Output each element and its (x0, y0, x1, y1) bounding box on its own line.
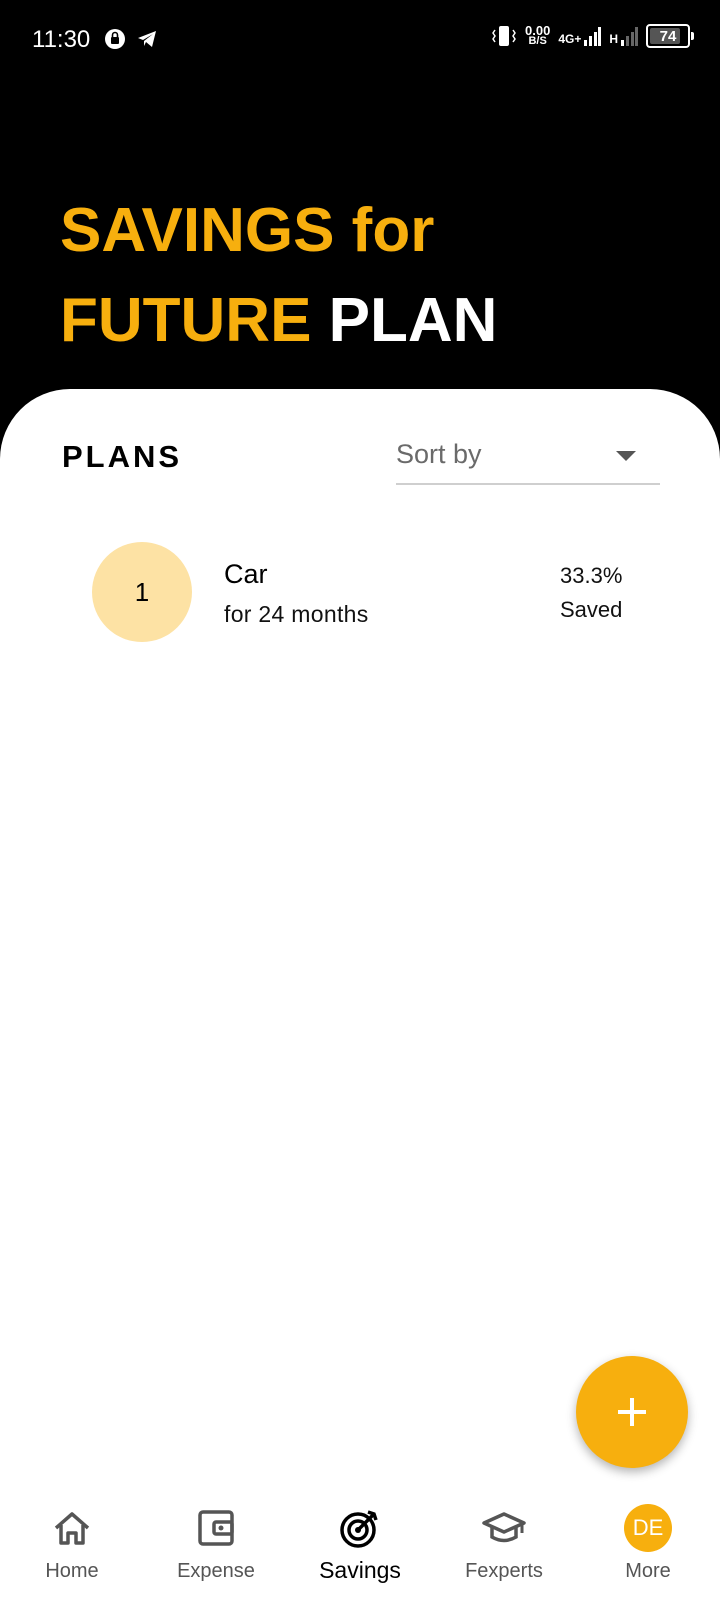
chevron-down-icon (616, 451, 636, 461)
nav-label-more: More (625, 1560, 671, 1582)
nav-label-expense: Expense (177, 1560, 255, 1582)
plan-index-avatar: 1 (92, 542, 192, 642)
sort-label: Sort by (396, 439, 482, 469)
sort-dropdown[interactable]: Sort by (396, 429, 660, 485)
network-type-primary: 4G+ (558, 32, 582, 46)
hero-line2-rest: PLAN (328, 286, 498, 355)
graduation-cap-icon (482, 1512, 526, 1543)
battery-icon: 74 (646, 24, 694, 48)
signal-secondary: H (609, 26, 638, 46)
plan-status: Saved (560, 597, 623, 622)
status-bar: 11:30 0.00 B/S 4G+ H 74 (0, 0, 720, 80)
status-right-icons: 0.00 B/S 4G+ H 74 (491, 24, 694, 48)
nav-label-fexperts: Fexperts (465, 1560, 543, 1582)
add-plan-button[interactable] (576, 1356, 688, 1468)
hero-title: SAVINGS for FUTURE PLAN (60, 186, 497, 366)
plan-duration: for 24 months (224, 601, 369, 627)
nav-label-savings: Savings (319, 1557, 401, 1583)
network-type-secondary: H (609, 32, 618, 46)
hero-line2-highlight: FUTURE (60, 286, 312, 355)
plan-percent: 33.3% (560, 563, 623, 588)
target-icon (340, 1510, 378, 1548)
shield-icon (105, 29, 125, 49)
battery-level: 74 (659, 27, 677, 45)
telegram-icon (138, 31, 156, 47)
plan-index: 1 (134, 576, 150, 607)
net-speed-unit: B/S (528, 35, 547, 47)
nav-label-home: Home (45, 1560, 99, 1582)
signal-bars-icon (584, 27, 602, 46)
signal-primary: 4G+ (558, 26, 602, 46)
vibrate-icon (492, 26, 516, 46)
plans-heading: PLANS (62, 439, 183, 474)
nav-item-fexperts[interactable]: Fexperts (432, 1494, 576, 1612)
nav-item-home[interactable]: Home (0, 1494, 144, 1612)
status-left-icons (104, 28, 158, 50)
nav-item-more[interactable]: DE More (576, 1494, 720, 1612)
plan-name: Car (224, 559, 268, 589)
wallet-icon (198, 1510, 234, 1546)
plan-list-item[interactable]: 1 Car for 24 months 33.3% Saved (0, 539, 720, 649)
status-time: 11:30 (32, 26, 91, 53)
bottom-nav: Home Expense Savings Fexperts DE More (0, 1494, 720, 1612)
signal-bars-weak-icon (621, 27, 638, 46)
nav-item-expense[interactable]: Expense (144, 1494, 288, 1612)
plus-icon (618, 1398, 646, 1426)
avatar-initials: DE (632, 1515, 664, 1540)
nav-item-savings[interactable]: Savings (288, 1494, 432, 1612)
avatar: DE (624, 1504, 672, 1552)
hero-line1: SAVINGS for (60, 196, 435, 265)
net-speed: 0.00 B/S (525, 24, 550, 47)
home-icon (54, 1512, 90, 1545)
